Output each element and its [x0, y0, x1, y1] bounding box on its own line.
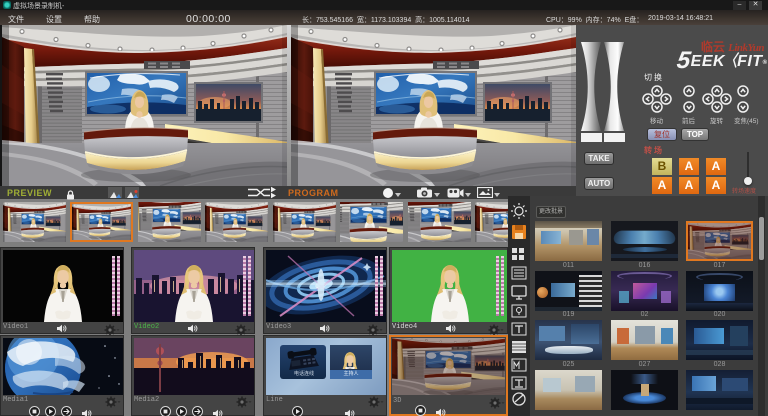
svg-text:变焦(45): 变焦(45) — [734, 116, 759, 125]
svg-text:前后: 前后 — [682, 116, 696, 125]
svg-text:移动: 移动 — [650, 116, 664, 125]
svg-text:旋转: 旋转 — [710, 116, 724, 125]
